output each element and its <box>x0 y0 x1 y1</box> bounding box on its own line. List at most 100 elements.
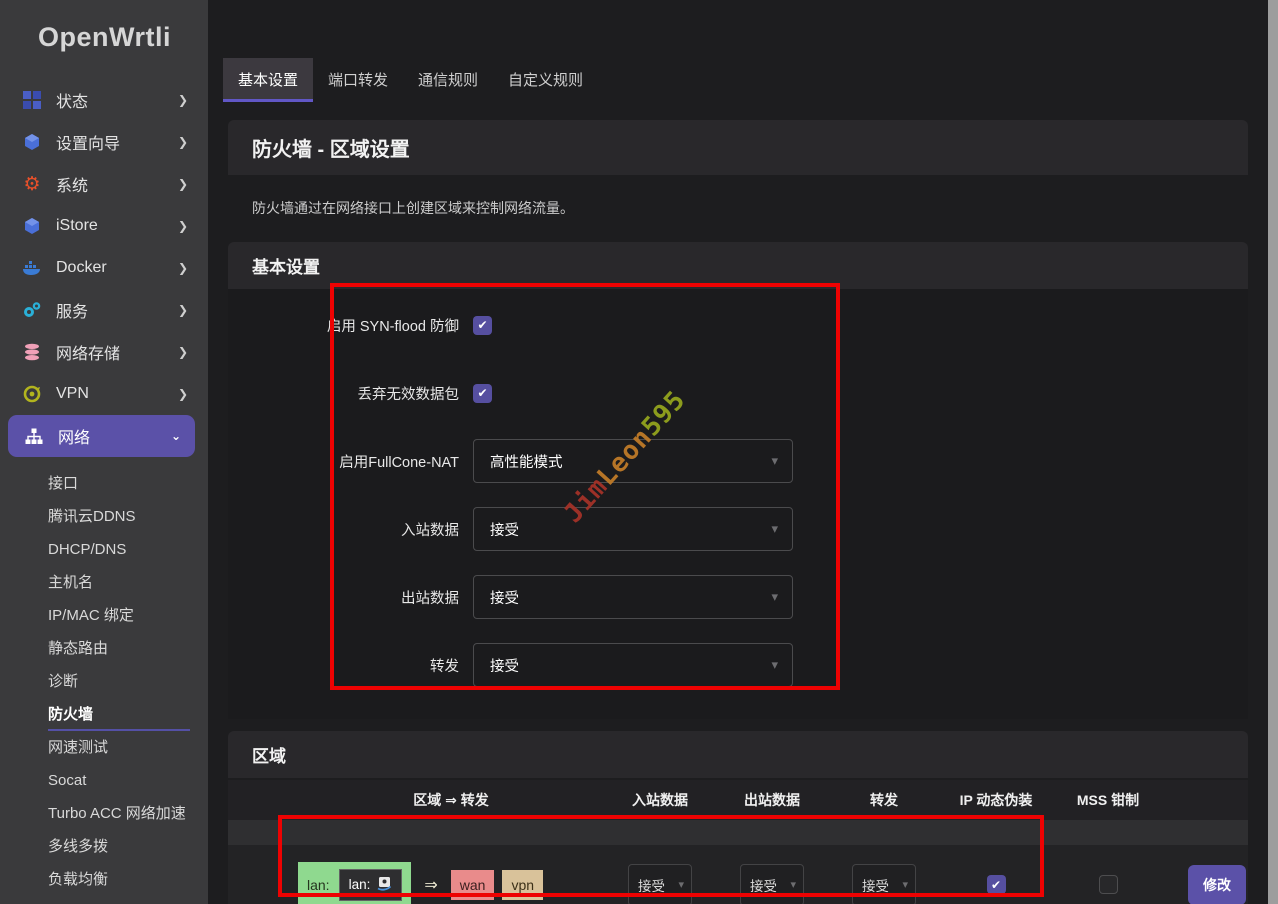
submenu-item-dhcp-dns[interactable]: DHCP/DNS <box>0 533 208 566</box>
sidebar-item-label: 网络存储 <box>56 340 120 364</box>
sidebar-item-label: Docker <box>56 259 107 277</box>
zone-badge-vpn: vpn <box>502 870 543 900</box>
caret-down-icon: ▾ <box>771 589 778 605</box>
sitemap-icon <box>22 428 46 445</box>
field-label: 启用FullCone-NAT <box>228 451 473 472</box>
select-value: 接受 <box>490 519 519 540</box>
zone-input-select[interactable]: 接受 ▾ <box>628 864 692 904</box>
chevron-down-icon: ⌄ <box>171 429 181 443</box>
fullcone-nat-select[interactable]: 高性能模式 ▾ <box>473 439 793 483</box>
masquerading-checkbox[interactable]: ✔ <box>987 875 1006 894</box>
gears-icon <box>20 301 44 319</box>
sidebar-item-vpn[interactable]: VPN ❯ <box>0 373 208 415</box>
forward-policy-select[interactable]: 接受 ▾ <box>473 643 793 687</box>
firewall-tabs: 基本设置 端口转发 通信规则 自定义规则 <box>223 58 1278 102</box>
check-icon: ✔ <box>991 878 1001 892</box>
submenu-item-diagnostics[interactable]: 诊断 <box>0 665 208 698</box>
sidebar-item-istore[interactable]: iStore ❯ <box>0 205 208 247</box>
zone-forwardings-cell: lan: lan: ⇒ wan vpn <box>228 862 604 904</box>
zones-section-title: 区域 <box>228 731 1248 778</box>
status-grid-icon <box>20 91 44 109</box>
edit-zone-button[interactable]: 修改 <box>1188 865 1246 904</box>
zone-output-select[interactable]: 接受 ▾ <box>740 864 804 904</box>
caret-down-icon: ▾ <box>771 521 778 537</box>
syn-flood-checkbox[interactable]: ✔ <box>473 316 492 335</box>
submenu-item-multi-wan[interactable]: 多线多拨 <box>0 830 208 863</box>
field-label: 转发 <box>228 655 473 676</box>
app-logo: OpenWrtli <box>0 0 208 61</box>
cube-icon <box>20 217 44 235</box>
caret-down-icon: ▾ <box>790 878 796 891</box>
sidebar-item-network[interactable]: 网络 ⌄ <box>8 415 195 457</box>
caret-down-icon: ▾ <box>771 657 778 673</box>
sidebar-item-label: VPN <box>56 385 89 403</box>
zone-interface-label: lan: <box>349 877 371 892</box>
sidebar-item-status[interactable]: 状态 ❯ <box>0 79 208 121</box>
tab-traffic-rules[interactable]: 通信规则 <box>403 58 493 102</box>
sidebar-item-docker[interactable]: Docker ❯ <box>0 247 208 289</box>
chevron-right-icon: ❯ <box>178 219 188 233</box>
select-value: 接受 <box>490 587 519 608</box>
input-policy-select[interactable]: 接受 ▾ <box>473 507 793 551</box>
table-row-spacer <box>228 820 1248 845</box>
page-title: 防火墙 - 区域设置 <box>228 120 1248 175</box>
column-mss-clamping: MSS 钳制 <box>1052 790 1164 810</box>
sidebar-item-setup-wizard[interactable]: 设置向导 ❯ <box>0 121 208 163</box>
zone-masquerading-cell: ✔ <box>940 875 1052 894</box>
zone-interface-box: lan: <box>339 869 403 901</box>
submenu-item-hostname[interactable]: 主机名 <box>0 566 208 599</box>
form-row-drop-invalid: 丢弃无效数据包 ✔ <box>228 359 1248 427</box>
select-value: 接受 <box>862 875 889 895</box>
main-content: 基本设置 端口转发 通信规则 自定义规则 防火墙 - 区域设置 防火墙通过在网络… <box>208 0 1278 904</box>
sidebar-item-label: iStore <box>56 217 98 235</box>
drop-invalid-checkbox[interactable]: ✔ <box>473 384 492 403</box>
form-row-input: 入站数据 接受 ▾ <box>228 495 1248 563</box>
chevron-right-icon: ❯ <box>178 177 188 191</box>
column-output: 出站数据 <box>716 790 828 810</box>
caret-down-icon: ▾ <box>902 878 908 891</box>
zone-row-lan: lan: lan: ⇒ wan vpn 接受 <box>228 845 1248 904</box>
submenu-item-ip-mac-binding[interactable]: IP/MAC 绑定 <box>0 599 208 632</box>
basic-settings-form: 启用 SYN-flood 防御 ✔ 丢弃无效数据包 ✔ 启用FullCone-N… <box>228 289 1248 719</box>
sidebar-item-network-storage[interactable]: 网络存储 ❯ <box>0 331 208 373</box>
sidebar-item-label: 系统 <box>56 172 88 196</box>
zone-badge-wan: wan <box>451 870 495 900</box>
app-window: OpenWrtli 状态 ❯ 设置向导 ❯ ⚙ 系统 ❯ <box>0 0 1278 904</box>
zone-actions-cell: 修改 <box>1188 865 1248 904</box>
form-row-syn-flood: 启用 SYN-flood 防御 ✔ <box>228 291 1248 359</box>
form-row-output: 出站数据 接受 ▾ <box>228 563 1248 631</box>
page-description: 防火墙通过在网络接口上创建区域来控制网络流量。 <box>228 175 1278 230</box>
submenu-item-interfaces[interactable]: 接口 <box>0 467 208 500</box>
tab-port-forwards[interactable]: 端口转发 <box>313 58 403 102</box>
output-policy-select[interactable]: 接受 ▾ <box>473 575 793 619</box>
database-icon <box>20 343 44 361</box>
vertical-scrollbar[interactable] <box>1268 0 1278 904</box>
zone-forward-select[interactable]: 接受 ▾ <box>852 864 916 904</box>
sidebar-menu: 状态 ❯ 设置向导 ❯ ⚙ 系统 ❯ iStore ❯ <box>0 61 208 896</box>
sidebar: OpenWrtli 状态 ❯ 设置向导 ❯ ⚙ 系统 ❯ <box>0 0 208 904</box>
tab-general-settings[interactable]: 基本设置 <box>223 58 313 102</box>
sidebar-item-label: 设置向导 <box>56 130 120 154</box>
sidebar-item-system[interactable]: ⚙ 系统 ❯ <box>0 163 208 205</box>
submenu-item-load-balancing[interactable]: 负载均衡 <box>0 863 208 896</box>
submenu-item-turbo-acc[interactable]: Turbo ACC 网络加速 <box>0 797 208 830</box>
zone-badge-lan: lan: lan: <box>298 862 411 904</box>
zone-input-cell: 接受 ▾ <box>604 864 716 904</box>
tab-custom-rules[interactable]: 自定义规则 <box>493 58 598 102</box>
submenu-item-static-routes[interactable]: 静态路由 <box>0 632 208 665</box>
form-row-fullcone-nat: 启用FullCone-NAT 高性能模式 ▾ <box>228 427 1248 495</box>
form-row-forward: 转发 接受 ▾ <box>228 631 1248 699</box>
submenu-item-speedtest[interactable]: 网速测试 <box>0 731 208 764</box>
select-value: 高性能模式 <box>490 451 563 472</box>
gear-icon: ⚙ <box>20 175 44 194</box>
column-forward: 转发 <box>828 790 940 810</box>
submenu-item-firewall[interactable]: 防火墙 <box>0 698 208 731</box>
submenu-item-tencent-ddns[interactable]: 腾讯云DDNS <box>0 500 208 533</box>
basic-settings-section-title: 基本设置 <box>228 242 1248 289</box>
sidebar-item-services[interactable]: 服务 ❯ <box>0 289 208 331</box>
select-value: 接受 <box>490 655 519 676</box>
caret-down-icon: ▾ <box>771 453 778 469</box>
submenu-item-socat[interactable]: Socat <box>0 764 208 797</box>
select-value: 接受 <box>750 875 777 895</box>
mss-clamping-checkbox[interactable] <box>1099 875 1118 894</box>
